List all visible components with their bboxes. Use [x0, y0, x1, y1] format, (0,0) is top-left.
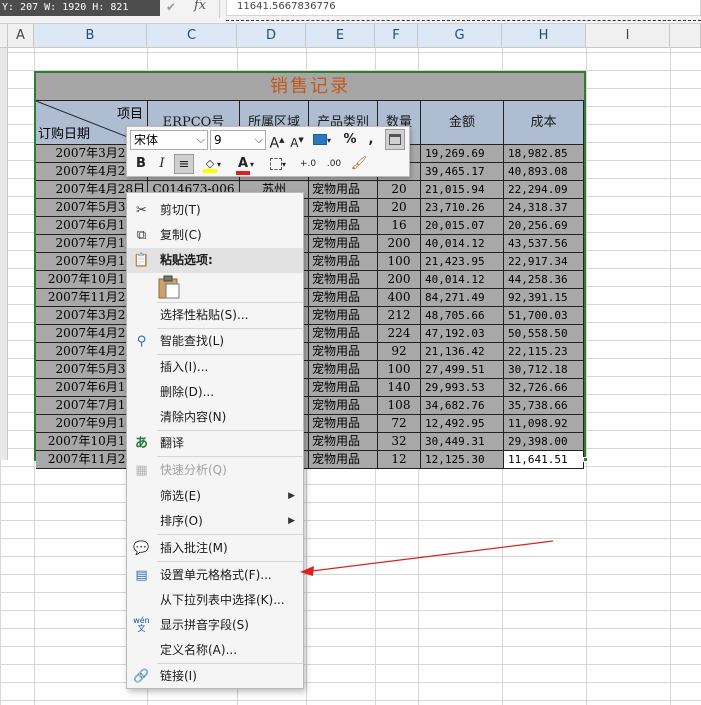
arrow-shaft: [311, 540, 554, 572]
arrow-head: [300, 566, 314, 576]
annotation-arrow: [300, 540, 554, 576]
